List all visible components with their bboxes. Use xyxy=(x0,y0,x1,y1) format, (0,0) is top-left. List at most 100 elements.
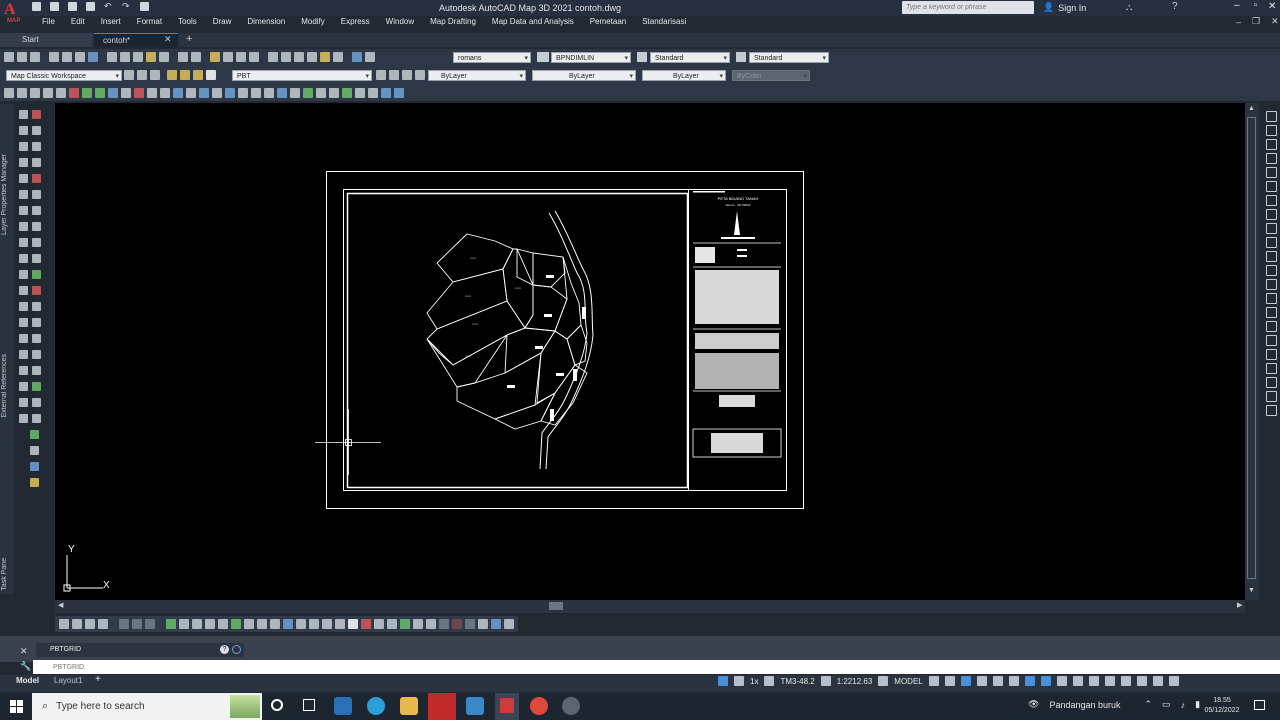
taskbar-search-box[interactable]: ⌕ Type here to search xyxy=(32,693,262,720)
scroll-down-icon[interactable]: ▼ xyxy=(1248,587,1255,594)
bottom-tool-5-icon[interactable] xyxy=(119,619,129,629)
bottom-tool-26-icon[interactable] xyxy=(400,619,410,629)
osnap-icon[interactable] xyxy=(30,430,39,439)
mleader-style-icon[interactable] xyxy=(736,52,746,62)
mtext-icon[interactable] xyxy=(19,398,28,407)
copy-object-icon[interactable] xyxy=(32,126,41,135)
polar-icon[interactable] xyxy=(976,676,987,686)
gradient-icon[interactable] xyxy=(19,350,28,359)
stretch-icon[interactable] xyxy=(32,238,41,247)
add-layout-icon[interactable]: + xyxy=(95,674,101,685)
right-tool-5-icon[interactable] xyxy=(1265,167,1277,178)
map-tool-9-icon[interactable] xyxy=(108,88,118,98)
bottom-tool-28-icon[interactable] xyxy=(426,619,436,629)
isolate-objects-icon[interactable] xyxy=(1120,676,1131,686)
right-tool-14-icon[interactable] xyxy=(1265,293,1277,304)
help-search-input[interactable] xyxy=(902,1,1024,14)
rotate-icon[interactable] xyxy=(32,206,41,215)
windows-start-icon[interactable] xyxy=(10,700,23,713)
annotation-visibility-icon[interactable] xyxy=(1040,676,1051,686)
map-tool-19-icon[interactable] xyxy=(238,88,248,98)
erase-icon[interactable] xyxy=(32,110,41,119)
polygon-icon[interactable] xyxy=(19,158,28,167)
right-tool-17-icon[interactable] xyxy=(1265,335,1277,346)
layer-dropdown[interactable]: PBT xyxy=(232,70,372,82)
map-tool-4-icon[interactable] xyxy=(43,88,53,98)
move-icon[interactable] xyxy=(32,190,41,199)
map-tool-3-icon[interactable] xyxy=(30,88,40,98)
command-search-icon[interactable] xyxy=(232,645,241,654)
grid-icon[interactable] xyxy=(718,676,728,686)
properties-icon[interactable] xyxy=(268,52,278,62)
clean-screen-icon[interactable] xyxy=(1152,676,1163,686)
command-help-icon[interactable]: ? xyxy=(220,645,229,654)
map-tool-24-icon[interactable] xyxy=(303,88,313,98)
join-icon[interactable] xyxy=(32,302,41,311)
properties-palette-icon[interactable] xyxy=(30,446,39,455)
coordinate-system[interactable]: TM3-48.2 xyxy=(780,677,814,686)
region-icon[interactable] xyxy=(19,366,28,375)
match-properties-icon[interactable] xyxy=(146,52,156,62)
menu-draw[interactable]: Draw xyxy=(205,17,240,26)
scroll-up-icon[interactable]: ▲ xyxy=(1248,105,1255,112)
right-tool-4-icon[interactable] xyxy=(1265,153,1277,164)
break-icon[interactable] xyxy=(32,286,41,295)
lengthen-icon[interactable] xyxy=(32,414,41,423)
minimize-icon[interactable]: – xyxy=(1234,0,1240,11)
bottom-tool-20-icon[interactable] xyxy=(322,619,332,629)
settings-gear-icon[interactable] xyxy=(1056,676,1067,686)
map-tool-25-icon[interactable] xyxy=(316,88,326,98)
bottom-tool-32-icon[interactable] xyxy=(478,619,488,629)
bottom-tool-11-icon[interactable] xyxy=(205,619,215,629)
menu-map-drafting[interactable]: Map Drafting xyxy=(422,17,484,26)
weather-status[interactable]: Pandangan buruk xyxy=(1049,700,1120,710)
map-tool-18-icon[interactable] xyxy=(225,88,235,98)
doc-restore-icon[interactable]: ❐ xyxy=(1252,16,1260,27)
scroll-right-icon[interactable]: ▶ xyxy=(1237,601,1242,609)
layer-previous-icon[interactable] xyxy=(389,70,399,80)
explode-icon[interactable] xyxy=(32,350,41,359)
notifications-icon[interactable] xyxy=(1254,700,1265,710)
search-icon[interactable]: ⌕ xyxy=(1027,2,1033,13)
bottom-tool-21-icon[interactable] xyxy=(335,619,345,629)
right-tool-20-icon[interactable] xyxy=(1265,377,1277,388)
zoom-previous-icon[interactable] xyxy=(249,52,259,62)
tool-palettes-icon[interactable] xyxy=(294,52,304,62)
map-tool-29-icon[interactable] xyxy=(368,88,378,98)
map-tool-20-icon[interactable] xyxy=(251,88,261,98)
tab-layout1[interactable]: Layout1 xyxy=(54,676,82,685)
linetype-dropdown[interactable]: ByLayer xyxy=(532,70,636,82)
lock-icon[interactable] xyxy=(878,676,889,686)
bottom-tool-31-icon[interactable] xyxy=(465,619,475,629)
design-center-icon[interactable] xyxy=(281,52,291,62)
mleader-style-dropdown[interactable]: Standard xyxy=(749,52,829,64)
command-input[interactable] xyxy=(33,660,1155,674)
layer-color-icon[interactable] xyxy=(206,70,216,80)
map-tool-22-icon[interactable] xyxy=(277,88,287,98)
bottom-tool-29-icon[interactable] xyxy=(439,619,449,629)
bottom-tool-14-icon[interactable] xyxy=(244,619,254,629)
taskbar-clock[interactable]: 18.55 05/12/2022 xyxy=(1200,696,1244,716)
bottom-tool-34-icon[interactable] xyxy=(504,619,514,629)
sign-in-button[interactable]: 👤 Sign In xyxy=(1043,2,1086,13)
map-tool-10-icon[interactable] xyxy=(121,88,131,98)
command-input-box[interactable] xyxy=(33,660,1280,674)
point-icon[interactable] xyxy=(19,318,28,327)
map-tool-5-icon[interactable] xyxy=(56,88,66,98)
map-tool-23-icon[interactable] xyxy=(290,88,300,98)
right-tool-3-icon[interactable] xyxy=(1265,139,1277,150)
menu-modify[interactable]: Modify xyxy=(293,17,333,26)
vertical-scrollbar[interactable]: ▲ ▼ xyxy=(1245,103,1259,600)
fillet-icon[interactable] xyxy=(32,334,41,343)
maximize-icon[interactable]: ▫ xyxy=(1254,0,1258,11)
print-icon[interactable] xyxy=(49,52,59,62)
map-tool-13-icon[interactable] xyxy=(160,88,170,98)
bottom-tool-3-icon[interactable] xyxy=(85,619,95,629)
bottom-tool-27-icon[interactable] xyxy=(413,619,423,629)
map-tool-1-icon[interactable] xyxy=(4,88,14,98)
map-tool-2-icon[interactable] xyxy=(17,88,27,98)
horizontal-scrollbar[interactable]: ◀ ▶ xyxy=(55,600,1245,613)
right-tool-7-icon[interactable] xyxy=(1265,195,1277,206)
bottom-tool-19-icon[interactable] xyxy=(309,619,319,629)
task-view-icon[interactable] xyxy=(303,699,315,711)
